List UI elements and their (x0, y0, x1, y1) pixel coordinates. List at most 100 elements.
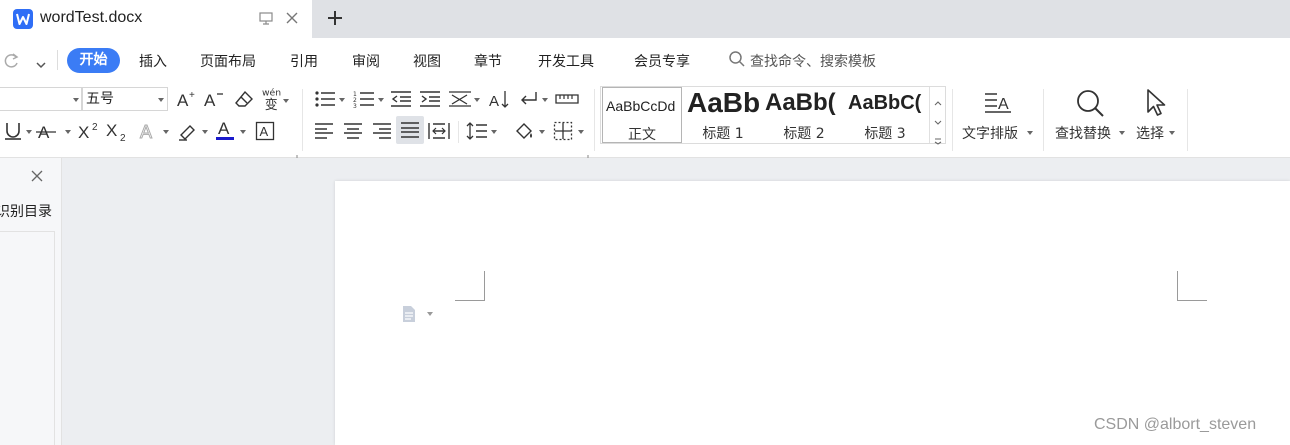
new-tab-icon[interactable] (325, 8, 345, 32)
quick-access-dropdown-icon[interactable] (35, 55, 47, 74)
paste-options-caret-icon[interactable] (427, 312, 433, 316)
font-size-caret-icon (158, 98, 164, 102)
line-spacing-caret-icon[interactable] (491, 130, 497, 134)
bullet-list-caret-icon[interactable] (339, 98, 345, 102)
line-spacing-icon[interactable] (466, 121, 488, 141)
tab-insert[interactable]: 插入 (139, 51, 167, 71)
shading-icon[interactable] (513, 120, 537, 142)
text-layout-icon[interactable]: A (983, 89, 1013, 119)
distributed-align-icon[interactable] (428, 121, 450, 141)
show-hide-marks-icon[interactable] (517, 88, 541, 110)
tab-member-exclusive[interactable]: 会员专享 (634, 51, 690, 71)
menu-bar: 开始 插入 页面布局 引用 审阅 视图 章节 开发工具 会员专享 查找命令、搜索… (0, 38, 1290, 83)
chinese-layout-icon[interactable] (448, 89, 472, 109)
increase-indent-icon[interactable] (419, 89, 441, 109)
command-search[interactable]: 查找命令、搜索模板 (728, 50, 876, 72)
document-page[interactable] (335, 181, 1290, 445)
svg-text:A: A (218, 119, 230, 138)
font-color-icon[interactable]: A (214, 118, 236, 142)
search-icon (728, 50, 746, 72)
superscript-icon[interactable]: X2 (78, 120, 102, 142)
menu-divider (57, 50, 58, 70)
select-caret-icon[interactable] (1169, 131, 1175, 135)
pin-window-icon[interactable] (258, 10, 274, 30)
decrease-font-size-icon[interactable]: A (203, 88, 225, 110)
tab-references[interactable]: 引用 (290, 51, 318, 71)
phonetic-caret-icon[interactable] (283, 99, 289, 103)
bullet-list-icon[interactable] (313, 89, 337, 109)
style-sample: AaBbCcDd (606, 98, 676, 114)
text-layout-button[interactable]: 文字排版 (962, 123, 1018, 143)
svg-text:X: X (78, 123, 89, 141)
tab-page-layout[interactable]: 页面布局 (200, 51, 256, 71)
text-layout-caret-icon[interactable] (1027, 131, 1033, 135)
style-heading-1[interactable]: AaBb 标题 1 (684, 87, 762, 143)
style-sample: AaBbC( (848, 92, 922, 114)
style-heading-2[interactable]: AaBb( 标题 2 (765, 87, 843, 143)
identify-toc-button[interactable]: 识别目录 (0, 201, 52, 221)
redo-icon[interactable] (3, 51, 21, 73)
numbered-list-caret-icon[interactable] (378, 98, 384, 102)
underline-icon[interactable] (3, 120, 23, 142)
chevron-down-icon[interactable] (934, 111, 942, 130)
underline-caret-icon[interactable] (26, 130, 32, 134)
document-tab[interactable]: wordTest.docx (0, 0, 312, 38)
highlight-caret-icon[interactable] (202, 130, 208, 134)
character-border-icon[interactable]: A (254, 120, 276, 142)
increase-font-size-icon[interactable]: A + (176, 88, 198, 110)
font-color-caret-icon[interactable] (240, 130, 246, 134)
align-center-icon[interactable] (342, 121, 364, 141)
show-hide-marks-caret-icon[interactable] (542, 98, 548, 102)
ribbon-divider (302, 89, 303, 151)
svg-text:+: + (189, 90, 195, 101)
close-tab-icon[interactable] (284, 10, 300, 30)
clear-formatting-icon[interactable] (233, 88, 255, 110)
font-name-select[interactable] (0, 87, 82, 111)
toc-list (0, 231, 55, 445)
align-right-icon[interactable] (371, 121, 393, 141)
svg-text:A: A (204, 91, 216, 109)
subscript-icon[interactable]: X2 (106, 120, 130, 142)
strikethrough-icon[interactable]: A (33, 120, 59, 142)
align-left-icon[interactable] (313, 121, 335, 141)
svg-text:A: A (489, 93, 499, 109)
styles-more-icon[interactable] (934, 130, 942, 149)
select-cursor-icon[interactable] (1143, 87, 1169, 119)
text-effect-caret-icon[interactable] (163, 130, 169, 134)
tab-review[interactable]: 审阅 (352, 51, 380, 71)
select-button[interactable]: 选择 (1136, 123, 1164, 143)
borders-icon[interactable] (552, 120, 574, 142)
close-panel-icon[interactable] (30, 168, 44, 187)
paste-options-icon[interactable] (401, 305, 417, 327)
numbered-list-icon[interactable]: 123 (352, 89, 376, 109)
wps-writer-logo-icon (13, 9, 33, 29)
tab-ruler-icon[interactable] (555, 89, 579, 109)
shading-caret-icon[interactable] (539, 130, 545, 134)
find-replace-icon[interactable] (1074, 87, 1106, 119)
style-name: 标题 3 (864, 126, 906, 142)
highlight-icon[interactable] (176, 120, 200, 142)
font-size-select[interactable]: 五号 (82, 87, 168, 111)
strikethrough-caret-icon[interactable] (65, 130, 71, 134)
tab-developer-tools[interactable]: 开发工具 (538, 51, 594, 71)
nav-title-clip: 识别目录 (0, 201, 58, 223)
style-heading-3[interactable]: AaBbC( 标题 3 (846, 87, 924, 143)
style-normal[interactable]: AaBbCcDd 正文 (602, 87, 682, 143)
sort-icon[interactable]: A (488, 88, 512, 110)
chevron-up-icon[interactable] (934, 91, 942, 110)
find-replace-caret-icon[interactable] (1119, 131, 1125, 135)
chinese-layout-caret-icon[interactable] (474, 98, 480, 102)
margin-corner-top-right (1177, 271, 1207, 301)
text-effect-icon[interactable]: A (137, 120, 161, 142)
svg-text:X: X (106, 121, 117, 140)
style-sample: AaBb (687, 87, 761, 118)
find-replace-button[interactable]: 查找替换 (1055, 123, 1111, 143)
tab-section[interactable]: 章节 (474, 51, 502, 71)
svg-text:3: 3 (353, 103, 357, 108)
tab-home[interactable]: 开始 (67, 48, 120, 73)
font-size-value: 五号 (86, 91, 114, 107)
borders-caret-icon[interactable] (578, 130, 584, 134)
decrease-indent-icon[interactable] (390, 89, 412, 109)
tab-view[interactable]: 视图 (413, 51, 441, 71)
justify-icon[interactable] (396, 116, 424, 144)
